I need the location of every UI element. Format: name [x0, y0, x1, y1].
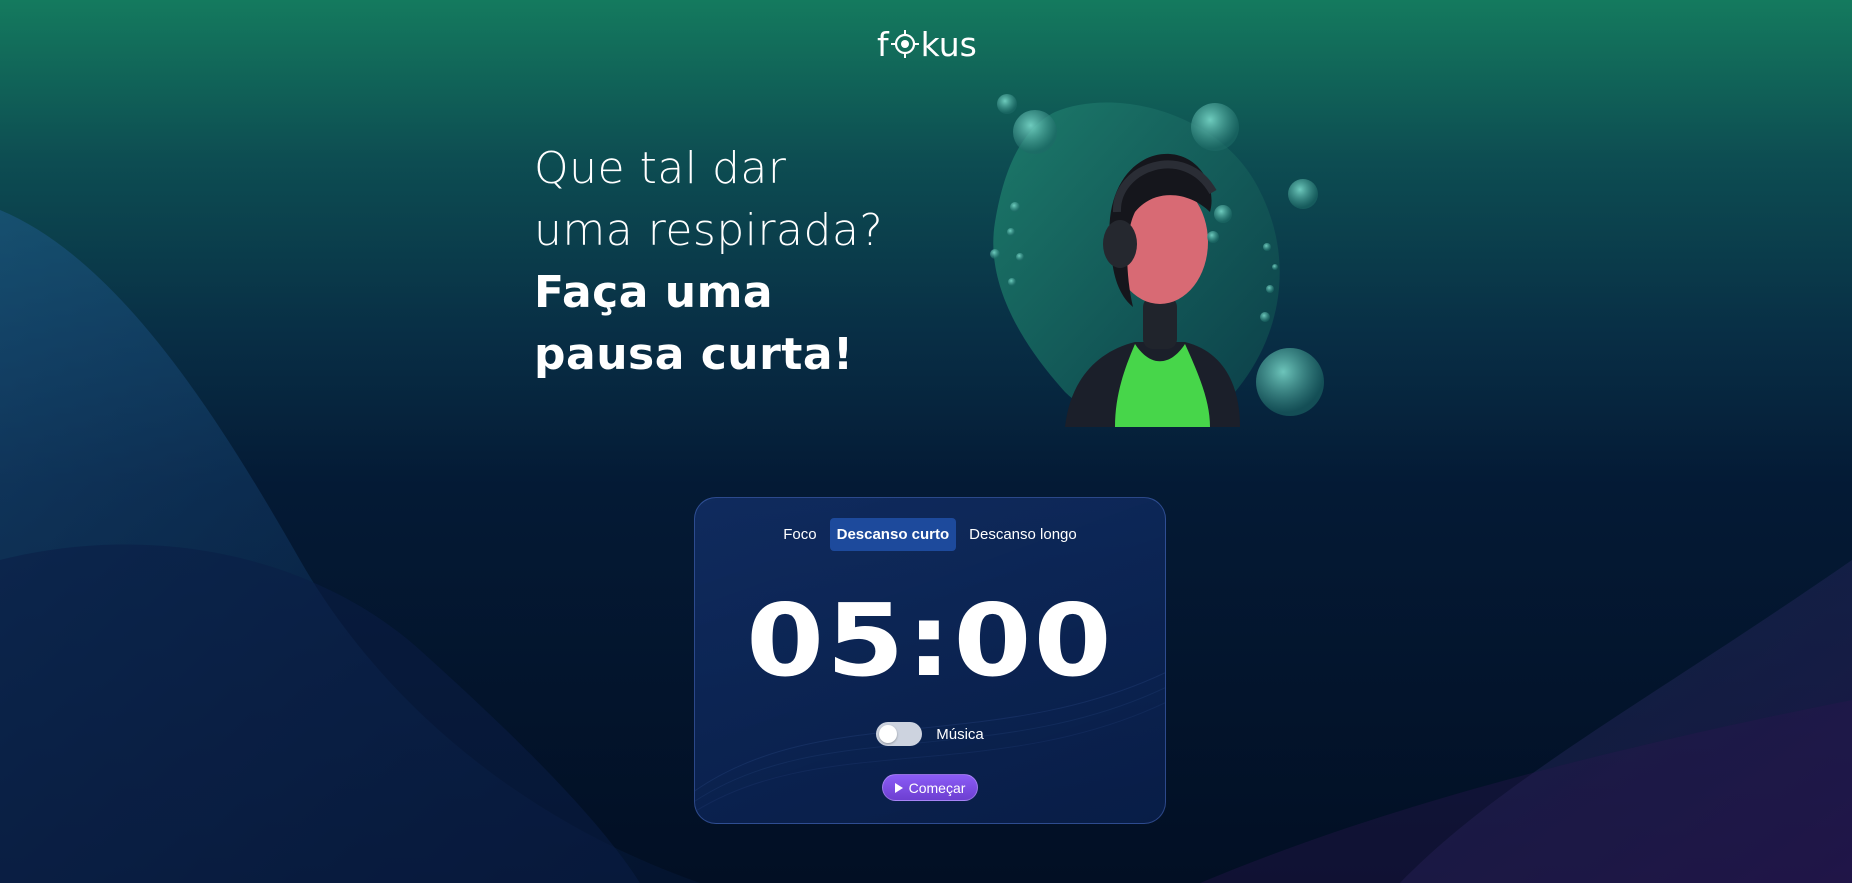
play-icon: [894, 782, 903, 793]
headline-line-1: Que tal dar: [534, 143, 787, 194]
start-button-label: Começar: [908, 779, 966, 796]
page-headline: Que tal dar uma respirada? Faça uma paus…: [534, 138, 954, 386]
headline-line-2: uma respirada?: [534, 205, 884, 256]
tab-descanso-longo[interactable]: Descanso longo: [962, 518, 1084, 551]
music-toggle-row: Música: [695, 722, 1165, 746]
logo-text-end: kus: [920, 24, 977, 64]
tab-foco[interactable]: Foco: [776, 518, 823, 551]
tab-descanso-curto[interactable]: Descanso curto: [829, 518, 957, 551]
music-label: Música: [936, 725, 984, 743]
start-button[interactable]: Começar: [882, 774, 978, 801]
timer-mode-tabs: Foco Descanso curto Descanso longo: [695, 518, 1165, 551]
headline-line-3: Faça uma: [534, 267, 774, 318]
toggle-knob: [879, 725, 898, 743]
logo-text-start: f: [877, 24, 889, 64]
timer-card: Foco Descanso curto Descanso longo 05:00…: [694, 497, 1166, 824]
fokus-logo: f kus: [877, 24, 987, 64]
music-toggle-switch[interactable]: [876, 722, 923, 746]
target-icon: [890, 30, 919, 58]
timer-display: 05:00: [746, 582, 1114, 699]
hero-illustration: [990, 94, 1324, 427]
headline-line-4: pausa curta!: [534, 329, 854, 380]
